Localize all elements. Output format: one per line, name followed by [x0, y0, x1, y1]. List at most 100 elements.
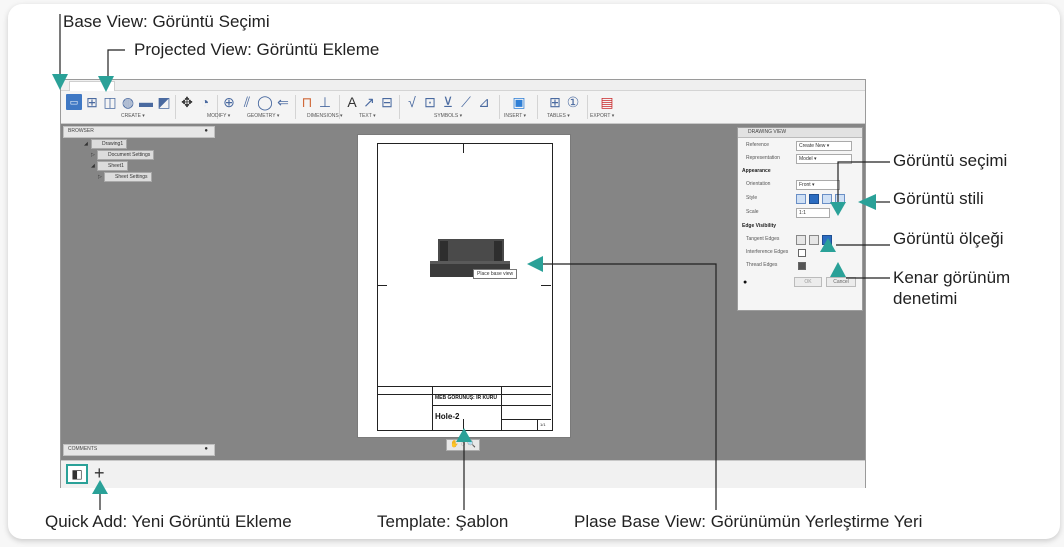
dimensions-menu[interactable]: DIMENSIONS ▾ [307, 113, 343, 119]
ordinate-icon[interactable]: ⊥ [317, 94, 333, 110]
scale-input[interactable]: 1:1 [796, 208, 830, 218]
feature-control-icon[interactable]: ⊡ [422, 94, 438, 110]
section-view-icon[interactable]: ◫ [102, 94, 118, 110]
projected-view-icon[interactable]: ⊞ [84, 94, 100, 110]
interference-edges-checkbox[interactable] [798, 249, 806, 257]
toolbar-divider [399, 95, 400, 119]
tangent-full-icon[interactable] [809, 235, 819, 245]
centerline-icon[interactable]: ⫽ [239, 94, 255, 110]
tree-item-drawing[interactable]: Drawing1 [91, 139, 128, 149]
place-base-view-annotation: Plase Base View: Görünümün Yerleştirme Y… [574, 512, 923, 531]
title-block-line [432, 387, 433, 430]
sheet-thumbnail[interactable]: ◧ [66, 464, 88, 484]
title-block-line [432, 405, 551, 406]
representation-label: Representation [746, 155, 780, 161]
expand-icon[interactable]: ◢ [84, 141, 88, 147]
insert-image-icon[interactable]: ▣ [511, 94, 527, 110]
tangent-off-icon[interactable] [796, 235, 806, 245]
kenar-denetimi-annotation: denetimi [893, 289, 958, 308]
center-tick [377, 285, 387, 286]
datum-icon[interactable]: ⊻ [440, 94, 456, 110]
cancel-button[interactable]: Cancel [826, 277, 856, 287]
center-tick [541, 285, 551, 286]
info-icon[interactable]: ● [743, 279, 747, 286]
table-icon[interactable]: ⊞ [547, 94, 563, 110]
insert-menu[interactable]: INSERT ▾ [504, 113, 526, 119]
document-tab[interactable] [69, 81, 115, 91]
style-shaded-hidden-icon[interactable] [835, 194, 845, 204]
toolbar-divider [175, 95, 176, 119]
title-block-line [537, 419, 538, 430]
sketch-icon[interactable]: ◩ [156, 94, 172, 110]
orientation-label: Orientation [746, 181, 771, 187]
dimension-icon[interactable]: ⊓ [299, 94, 315, 110]
modify-menu[interactable]: MODIFY ▾ [207, 113, 230, 119]
orientation-select[interactable]: Front ▾ [796, 180, 840, 190]
expand-icon[interactable]: ◢ [91, 163, 95, 169]
move-icon[interactable]: ✥ [179, 94, 195, 110]
dialog-title: DRAWING VIEW [748, 129, 787, 135]
thread-edges-label: Thread Edges [746, 262, 778, 268]
title-block-line [501, 419, 551, 420]
style-shaded-icon[interactable] [822, 194, 832, 204]
export-pdf-icon[interactable]: ▤ [599, 94, 615, 110]
create-menu[interactable]: CREATE ▾ [121, 113, 145, 119]
toolbar-divider [499, 95, 500, 119]
representation-select[interactable]: Model ▾ [796, 154, 852, 164]
appearance-section[interactable]: Appearance [742, 168, 771, 174]
projected-view-annotation: Projected View: Görüntü Ekleme [134, 40, 380, 59]
browser-title: BROWSER [68, 128, 94, 134]
gorunum-secimi-annotation: Görüntü seçimi [893, 151, 1008, 170]
edge-visibility-section[interactable]: Edge Visibility [742, 223, 776, 229]
toolbar-divider [295, 95, 296, 119]
leader-icon[interactable]: ↗ [361, 94, 377, 110]
circle-icon[interactable]: ◯ [257, 94, 273, 110]
surface-texture-icon[interactable]: √ [404, 94, 420, 110]
break-view-icon[interactable]: ▬ [138, 94, 154, 110]
geometry-menu[interactable]: GEOMETRY ▾ [247, 113, 279, 119]
symbols-menu[interactable]: SYMBOLS ▾ [434, 113, 462, 119]
tree-item-sheet[interactable]: Sheet1 [97, 161, 128, 171]
detail-view-icon[interactable]: ◍ [120, 94, 136, 110]
title-block: MEB GÖRÜNÜŞ: İR KURU Hole-2 1/1 [377, 386, 551, 430]
browser-panel-header: BROWSER ● [63, 126, 215, 138]
comments-title: COMMENTS [68, 446, 98, 452]
rotate-icon[interactable]: ◔ [197, 94, 213, 110]
text-menu[interactable]: TEXT ▾ [359, 113, 376, 119]
edge-symbol-icon[interactable]: ⊿ [476, 94, 492, 110]
weld-icon[interactable]: ⟋ [458, 94, 474, 110]
drawing-view-dialog: DRAWING VIEW Reference Create New ▾ Repr… [737, 127, 863, 311]
comments-pin-icon[interactable]: ● [204, 446, 208, 452]
navigation-tools[interactable]: ✋ ◌ 🔍 [446, 439, 480, 451]
dialog-title-bar[interactable]: DRAWING VIEW [738, 128, 862, 138]
ok-button[interactable]: OK [794, 277, 822, 287]
drawing-canvas[interactable]: BROWSER ● ◢ Drawing1 ▷ Document Settings… [61, 124, 865, 487]
kenar-gorunum-annotation: Kenar görünüm [893, 268, 1011, 287]
balloon-icon[interactable]: ① [565, 94, 581, 110]
sheet-number: 1/1 [540, 422, 546, 427]
style-visible-edges-icon[interactable] [796, 194, 806, 204]
base-view-icon[interactable]: ▭ [66, 94, 82, 110]
tangent-shortened-icon[interactable] [822, 235, 832, 245]
tables-menu[interactable]: TABLES ▾ [547, 113, 570, 119]
thread-edges-checkbox[interactable] [798, 262, 806, 270]
title-block-line [501, 387, 502, 430]
tree-item-sheet-settings[interactable]: Sheet Settings [104, 172, 152, 182]
browser-pin-icon[interactable]: ● [204, 128, 208, 134]
expand-icon[interactable]: ▷ [91, 152, 95, 158]
drawing-sheet[interactable]: Place base view MEB GÖRÜNÜŞ: İR KURU Hol… [357, 134, 571, 438]
center-mark-icon[interactable]: ⊕ [221, 94, 237, 110]
line-icon[interactable]: ⇐ [275, 94, 291, 110]
note-icon[interactable]: ⊟ [379, 94, 395, 110]
add-sheet-button[interactable]: + [94, 463, 105, 483]
sheet-strip: ◧ + [61, 460, 865, 488]
export-menu[interactable]: EXPORT ▾ [590, 113, 614, 119]
style-visible-hidden-icon[interactable] [809, 194, 819, 204]
toolbar-divider [537, 95, 538, 119]
reference-label: Reference [746, 142, 770, 148]
tree-item-document-settings[interactable]: Document Settings [97, 150, 155, 160]
text-icon[interactable]: A [344, 94, 360, 110]
expand-icon[interactable]: ▷ [98, 174, 102, 180]
reference-select[interactable]: Create New ▾ [796, 141, 852, 151]
center-tick [463, 143, 464, 153]
